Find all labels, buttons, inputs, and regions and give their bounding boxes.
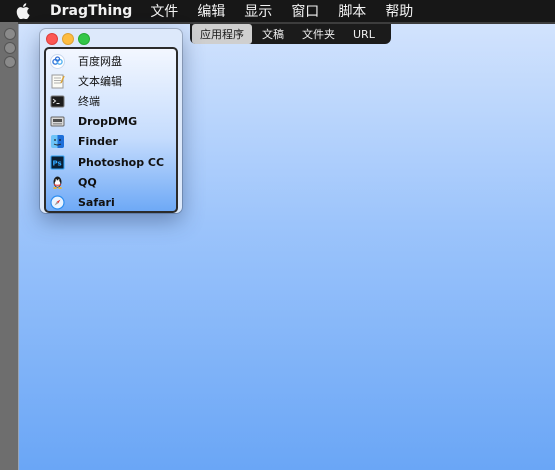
menu-window[interactable]: 窗口 [291,1,319,21]
app-item-label: DropDMG [78,115,138,129]
window-button-icon [4,42,16,54]
app-item-baidu[interactable]: 百度网盘 [46,51,176,71]
finder-icon [50,134,65,149]
svg-text:Ps: Ps [53,159,62,167]
tab-applications[interactable]: 应用程序 [192,24,252,44]
app-item-label: QQ [78,175,97,189]
menu-view[interactable]: 显示 [244,1,272,21]
app-item-terminal[interactable]: 终端 [46,91,176,111]
app-item-label: Photoshop CC [78,155,165,169]
menu-edit[interactable]: 编辑 [197,1,225,21]
window-button-icon [4,56,16,68]
baidu-netdisk-icon [50,53,65,69]
background-window-edge [0,22,18,470]
photoshop-icon: Ps [50,155,65,170]
tab-url[interactable]: URL [345,26,383,43]
menu-file[interactable]: 文件 [150,1,178,21]
menu-bar: DragThing 文件 编辑 显示 窗口 脚本 帮助 [0,0,555,22]
window-controls [46,33,94,45]
menu-script[interactable]: 脚本 [338,1,366,21]
app-item-finder[interactable]: Finder [46,132,176,152]
dock-tab-bar: 应用程序 文稿 文件夹 URL [190,24,391,44]
app-item-safari[interactable]: Safari [46,192,176,212]
app-name-menu[interactable]: DragThing [50,3,132,19]
terminal-icon [50,94,65,109]
apple-logo-icon[interactable] [16,3,36,19]
app-item-textedit[interactable]: 文本编辑 [46,71,176,91]
app-item-label: 终端 [78,95,100,109]
app-item-photoshop[interactable]: Ps Photoshop CC [46,152,176,172]
close-button[interactable] [46,33,58,45]
minimize-button[interactable] [62,33,74,45]
qq-icon [50,175,65,190]
app-item-dropdmg[interactable]: DropDMG [46,112,176,132]
app-item-qq[interactable]: QQ [46,172,176,192]
app-list-window: 百度网盘 文本编辑 终端 DropDMG Finder Ps Photoshop… [40,29,182,213]
tab-documents[interactable]: 文稿 [254,24,292,44]
app-item-label: 百度网盘 [78,55,122,69]
app-item-label: Safari [78,195,115,209]
window-button-icon [4,28,16,40]
textedit-icon [50,74,65,89]
safari-icon [50,195,65,210]
menu-help[interactable]: 帮助 [385,1,413,21]
app-list: 百度网盘 文本编辑 终端 DropDMG Finder Ps Photoshop… [44,47,178,213]
tab-folders[interactable]: 文件夹 [294,24,343,44]
dropdmg-icon [50,114,65,129]
app-item-label: Finder [78,135,118,149]
zoom-button[interactable] [78,33,90,45]
app-item-label: 文本编辑 [78,75,122,89]
